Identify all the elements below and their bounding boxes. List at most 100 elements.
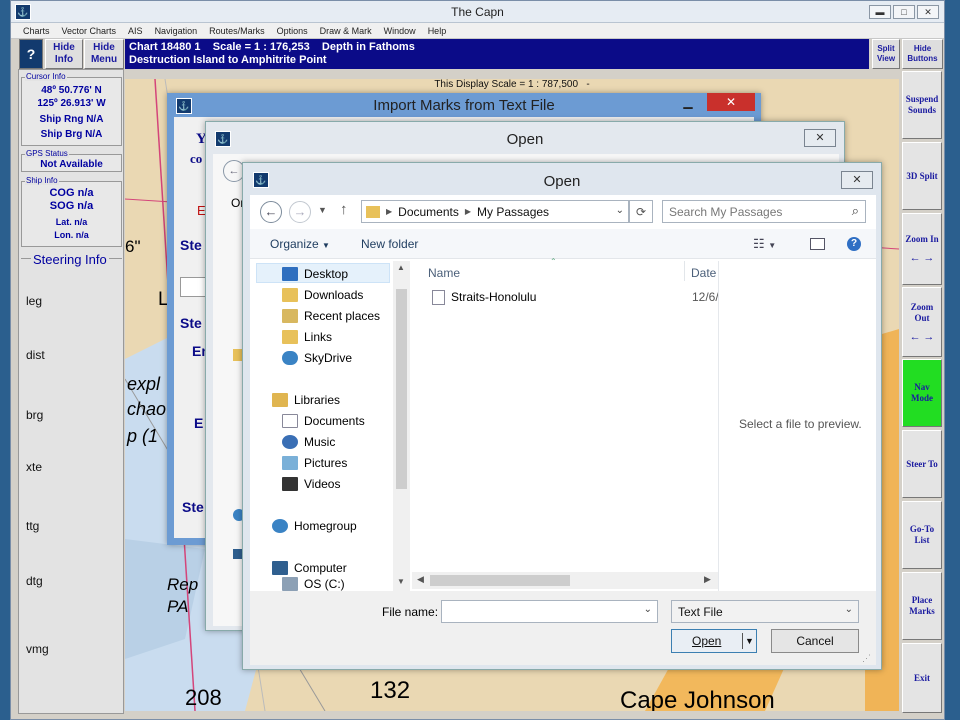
close-button[interactable]: ✕ — [804, 129, 836, 147]
file-name-label: File name: — [382, 605, 439, 619]
file-list-hscroll-thumb[interactable] — [430, 575, 570, 586]
left-info-panel: Cursor Info 48º 50.776' N 125º 26.913' W… — [18, 69, 124, 714]
organize-button[interactable]: Organize ▼ — [270, 237, 330, 251]
menu-options[interactable]: Options — [277, 26, 308, 36]
nav-item-libraries[interactable]: Libraries — [272, 389, 340, 410]
up-button[interactable]: ↑ — [340, 201, 348, 218]
nav-item-computer[interactable]: Computer — [272, 557, 347, 578]
menu-draw-mark[interactable]: Draw & Mark — [320, 26, 372, 36]
chevron-down-icon[interactable]: ⌄ — [644, 604, 652, 615]
new-folder-button[interactable]: New folder — [361, 237, 418, 251]
menu-help[interactable]: Help — [428, 26, 447, 36]
nav-computer-label: Computer — [294, 560, 347, 575]
close-button[interactable]: ✕ — [841, 171, 873, 189]
nav-item-desktop[interactable]: Desktop — [282, 263, 348, 284]
refresh-button[interactable]: ⟳ — [629, 200, 653, 223]
nav-item-music[interactable]: Music — [282, 431, 335, 452]
scroll-down-icon[interactable]: ▼ — [397, 577, 405, 586]
nav-item-downloads[interactable]: Downloads — [282, 284, 363, 305]
nav-item-pictures[interactable]: Pictures — [282, 452, 347, 473]
cancel-button[interactable]: Cancel — [771, 629, 859, 653]
breadcrumb-separator-icon: ▶ — [386, 207, 393, 216]
nav-item-links[interactable]: Links — [282, 326, 332, 347]
scroll-up-icon[interactable]: ▲ — [397, 263, 405, 272]
nav-item-documents[interactable]: Documents — [282, 410, 365, 431]
menu-routes-marks[interactable]: Routes/Marks — [209, 26, 265, 36]
maximize-button[interactable]: □ — [893, 5, 915, 19]
nav-homegroup-label: Homegroup — [294, 518, 357, 533]
place-marks-button[interactable]: Place Marks — [902, 572, 942, 640]
nav-item-homegroup[interactable]: Homegroup — [272, 515, 357, 536]
minimize-button[interactable]: ▬ — [869, 5, 891, 19]
file-name-input[interactable]: ⌄ — [441, 600, 658, 623]
nav-item-drive[interactable]: OS (C:) — [282, 577, 345, 591]
menu-vector-charts[interactable]: Vector Charts — [62, 26, 117, 36]
zoom-out-button[interactable]: Zoom Out ← → — [902, 287, 942, 357]
nav-item-recent-places[interactable]: Recent places — [282, 305, 380, 326]
steer-to-button[interactable]: Steer To — [902, 430, 942, 498]
menu-charts[interactable]: Charts — [23, 26, 50, 36]
menu-window[interactable]: Window — [384, 26, 416, 36]
open-button[interactable]: Open ▼ — [671, 629, 757, 653]
breadcrumb-documents[interactable]: Documents — [398, 205, 459, 219]
preview-pane-icon[interactable] — [810, 238, 825, 250]
hide-info-label: Hide Info — [53, 42, 75, 65]
scroll-right-icon[interactable]: ▶ — [704, 574, 711, 585]
column-header-date[interactable]: Date — [691, 266, 716, 280]
file-row[interactable]: Straits-Honolulu 12/6/ — [432, 287, 722, 307]
lon-value: Lon. n/a — [54, 230, 89, 240]
column-divider[interactable] — [684, 261, 685, 281]
3d-split-button[interactable]: 3D Split — [902, 142, 942, 210]
preview-pane: Select a file to preview. — [718, 261, 876, 591]
documents-icon — [282, 413, 298, 428]
recent-locations-chevron-icon[interactable]: ▼ — [318, 205, 327, 215]
suspend-sounds-button[interactable]: Suspend Sounds — [902, 71, 942, 139]
file-list-hscrollbar[interactable]: ◀ ▶ — [412, 572, 718, 589]
map-label: 208 — [185, 685, 222, 710]
breadcrumb-my-passages[interactable]: My Passages — [477, 205, 549, 219]
zoom-in-button[interactable]: Zoom In ← → — [902, 213, 942, 285]
search-input[interactable]: Search My Passages ⌕ — [662, 200, 866, 223]
close-button[interactable]: ✕ — [707, 93, 755, 111]
map-label: Cape Johnson — [620, 687, 775, 711]
goto-list-button[interactable]: Go-To List — [902, 501, 942, 569]
navigation-pane: Desktop Downloads Recent places Links Sk… — [250, 261, 410, 591]
nav-scroll-thumb[interactable] — [396, 289, 407, 489]
minimize-button[interactable]: ▁ — [675, 95, 701, 111]
menu-navigation[interactable]: Navigation — [155, 26, 198, 36]
view-options-icon[interactable]: ☷ ▼ — [753, 236, 776, 252]
back-button[interactable]: ← — [260, 201, 282, 223]
nav-skydrive-label: SkyDrive — [304, 350, 353, 365]
map-label: 6" — [125, 237, 141, 256]
split-view-button[interactable]: Split View — [872, 39, 900, 69]
nav-item-skydrive[interactable]: SkyDrive — [282, 347, 352, 368]
scroll-left-icon[interactable]: ◀ — [417, 574, 424, 585]
exit-button[interactable]: Exit — [902, 643, 942, 713]
nav-item-videos[interactable]: Videos — [282, 473, 340, 494]
hide-menu-button[interactable]: Hide Menu — [84, 39, 124, 69]
menu-ais[interactable]: AIS — [128, 26, 143, 36]
hide-buttons-button[interactable]: Hide Buttons — [902, 39, 943, 69]
map-label: expl — [127, 374, 161, 394]
steer-leg-label: leg — [26, 294, 43, 308]
right-button-panel: Suspend Sounds 3D Split Zoom In ← → Zoom … — [901, 69, 943, 714]
address-bar[interactable]: ▶ Documents ▶ My Passages ⌄ — [361, 200, 629, 223]
column-header-name[interactable]: Name — [428, 266, 460, 280]
split-divider — [742, 633, 743, 649]
chevron-down-icon[interactable]: ▼ — [745, 630, 754, 652]
homegroup-icon — [272, 518, 288, 533]
ship-range: Ship Rng N/A — [39, 114, 104, 125]
help-icon[interactable]: ? — [847, 237, 861, 251]
file-type-select[interactable]: Text File ⌄ — [671, 600, 859, 623]
help-cursor-button[interactable]: ? — [19, 39, 43, 69]
nav-mode-button[interactable]: Nav Mode — [902, 359, 942, 427]
hide-info-button[interactable]: Hide Info — [45, 39, 83, 69]
nav-scrollbar[interactable]: ▲ ▼ — [393, 261, 410, 591]
map-label: p (1 — [127, 426, 159, 446]
drive-icon — [282, 577, 298, 591]
address-dropdown-icon[interactable]: ⌄ — [616, 205, 624, 216]
libraries-icon — [272, 392, 288, 407]
forward-button[interactable]: → — [289, 201, 311, 223]
resize-grip-icon[interactable]: ⋰ — [862, 653, 871, 664]
close-button[interactable]: ✕ — [917, 5, 939, 19]
